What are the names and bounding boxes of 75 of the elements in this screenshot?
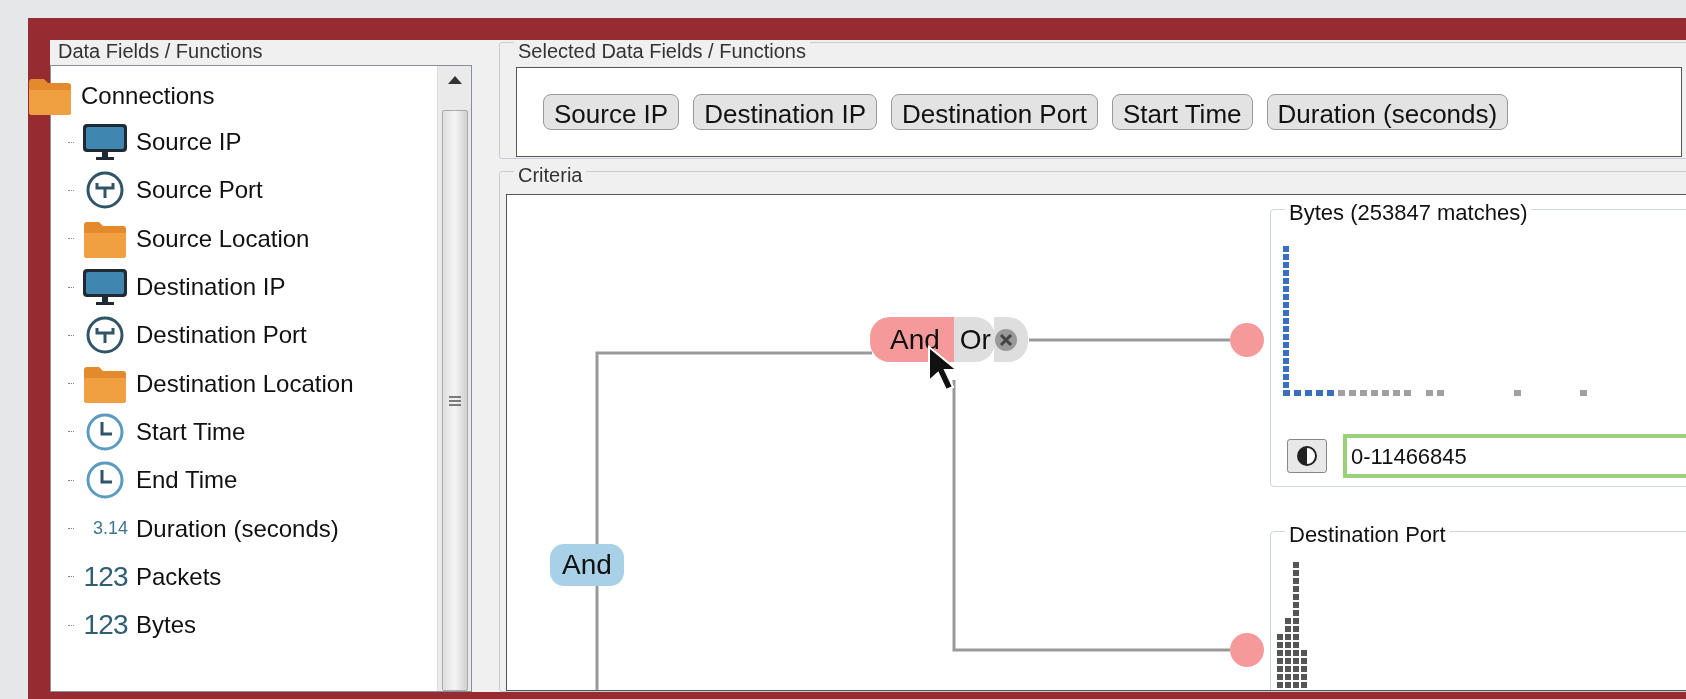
histogram-bar — [1382, 390, 1389, 396]
tree-item[interactable]: Connections — [27, 74, 437, 118]
histogram-bar — [1514, 390, 1521, 396]
histogram-bar — [1283, 358, 1289, 364]
panel-heading: Data Fields / Functions — [57, 40, 264, 64]
contrast-icon — [1296, 445, 1318, 467]
folder-icon — [27, 76, 73, 116]
field-chip[interactable]: Source IP — [543, 94, 680, 130]
histogram-bar — [1283, 270, 1289, 276]
field-chip[interactable]: Duration (seconds) — [1266, 94, 1509, 130]
scroll-thumb[interactable] — [441, 110, 468, 691]
histogram-bar — [1283, 302, 1289, 308]
connector-dot — [1230, 633, 1264, 667]
number-type-label: 123 — [82, 559, 128, 594]
histogram-bar — [1316, 390, 1323, 396]
field-chip[interactable]: Start Time — [1112, 94, 1253, 130]
close-icon — [993, 327, 1018, 352]
histogram-bar — [1285, 618, 1291, 688]
tree-item[interactable]: Destination Port — [51, 311, 437, 360]
histogram-bar — [1283, 294, 1289, 300]
histogram-bar — [1327, 390, 1334, 396]
tree-item[interactable]: 123 Packets — [51, 552, 437, 601]
histogram-bar — [1404, 390, 1411, 396]
panel-heading: Selected Data Fields / Functions — [514, 41, 810, 61]
histogram-bar — [1360, 390, 1367, 396]
range-field[interactable]: 0-11466845 — [1343, 434, 1686, 478]
histogram-bar — [1283, 254, 1289, 260]
scrollbar[interactable] — [437, 66, 471, 691]
number-type-label: 123 — [82, 608, 128, 643]
histogram-bar — [1283, 278, 1289, 284]
histogram-bar — [1301, 650, 1307, 688]
histogram-bar — [1349, 390, 1356, 396]
histogram-bar — [1580, 390, 1587, 396]
histogram-bar — [1283, 374, 1289, 380]
close-button[interactable] — [993, 317, 1028, 362]
histogram-bar — [1283, 342, 1289, 348]
operator-toggle[interactable]: Or — [953, 317, 995, 362]
histogram-bar — [1283, 334, 1289, 340]
tree-item[interactable]: 123 Bytes — [51, 600, 437, 650]
monitor-icon — [82, 267, 128, 308]
tree-item[interactable]: Source Location — [51, 214, 437, 263]
tree-item[interactable]: 3.14 Duration (seconds) — [51, 504, 437, 553]
histogram-bar — [1338, 390, 1345, 396]
histogram-bar — [1426, 390, 1433, 396]
operator-node[interactable]: And — [550, 544, 624, 586]
number-type-label: 3.14 — [91, 517, 128, 540]
histogram-bar — [1305, 390, 1312, 396]
histogram-bar — [1283, 318, 1289, 324]
monitor-icon — [82, 122, 128, 163]
histogram-bar — [1283, 382, 1289, 388]
tree-item[interactable]: Source IP — [51, 118, 437, 167]
connector-dot — [1230, 323, 1264, 357]
operator-toggle[interactable]: And — [870, 317, 954, 362]
histogram-bar — [1393, 390, 1400, 396]
invert-button[interactable] — [1287, 439, 1327, 473]
histogram-bar — [1283, 246, 1289, 252]
histogram-bar — [1371, 390, 1378, 396]
histogram-bar — [1283, 366, 1289, 372]
field-chip[interactable]: Destination IP — [693, 94, 878, 130]
histogram-bar — [1283, 262, 1289, 268]
histogram-bar — [1437, 390, 1444, 396]
scroll-up-icon[interactable] — [447, 76, 462, 84]
histogram-bar — [1283, 310, 1289, 316]
histogram-bar — [1277, 634, 1283, 688]
histogram-bar — [1283, 286, 1289, 292]
tree-item[interactable]: Destination Location — [51, 359, 437, 408]
grip-icon — [448, 395, 461, 406]
field-chip[interactable]: Destination Port — [891, 94, 1099, 130]
tree-item[interactable]: Source Port — [51, 166, 437, 215]
histogram-bar — [1283, 326, 1289, 332]
tree-item[interactable]: Start Time — [51, 407, 437, 457]
histogram-bar — [1283, 350, 1289, 356]
tree-item[interactable]: Destination IP — [51, 262, 437, 312]
tree-item[interactable]: End Time — [51, 456, 437, 505]
histogram-bar — [1294, 390, 1301, 396]
